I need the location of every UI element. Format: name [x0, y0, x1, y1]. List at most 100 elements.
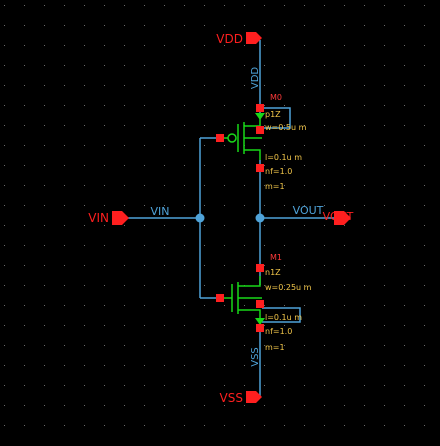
grid-dot: [164, 345, 165, 346]
grid-dot: [104, 365, 105, 366]
grid-dot: [84, 345, 85, 346]
grid-dot: [104, 45, 105, 46]
schematic-canvas[interactable]: VDD VSS VIN VOUT VDD VSS VIN VOUT M0 p1Z…: [0, 0, 440, 441]
grid-dot: [284, 205, 285, 206]
grid-dot: [164, 385, 165, 386]
grid-dot: [204, 65, 205, 66]
pmos-source-terminal[interactable]: [256, 104, 264, 112]
vin-pin[interactable]: [112, 211, 129, 225]
grid-dot: [364, 265, 365, 266]
grid-dot: [24, 5, 25, 6]
vout-pin-label: VOUT: [323, 210, 354, 223]
grid-dot: [344, 405, 345, 406]
grid-dot: [24, 165, 25, 166]
grid-dot: [204, 145, 205, 146]
grid-dot: [204, 245, 205, 246]
grid-dot: [164, 245, 165, 246]
pmos-gate-terminal[interactable]: [216, 134, 224, 142]
grid-dot: [344, 385, 345, 386]
pmos-drain-terminal[interactable]: [256, 164, 264, 172]
grid-dot: [184, 405, 185, 406]
grid-dot: [84, 285, 85, 286]
grid-dot: [364, 125, 365, 126]
grid-dot: [204, 85, 205, 86]
nmos-length: l=0.1u m: [265, 313, 302, 322]
nmos-nf: nf=1.0: [265, 327, 292, 336]
grid-dot: [104, 125, 105, 126]
grid-dot: [64, 85, 65, 86]
grid-dot: [364, 165, 365, 166]
grid-dot: [344, 85, 345, 86]
grid-dot: [424, 185, 425, 186]
grid-dot: [424, 385, 425, 386]
grid-dot: [324, 305, 325, 306]
grid-dot: [304, 225, 305, 226]
grid-dot: [364, 65, 365, 66]
grid-dot: [164, 365, 165, 366]
grid-dot: [64, 305, 65, 306]
grid-dot: [324, 125, 325, 126]
grid-dot: [24, 105, 25, 106]
grid-dot: [324, 65, 325, 66]
grid-dot: [384, 125, 385, 126]
grid-dot: [324, 105, 325, 106]
schematic-svg[interactable]: VDD VSS VIN VOUT VDD VSS VIN VOUT M0 p1Z…: [0, 0, 440, 441]
nmos-drain-terminal[interactable]: [256, 264, 264, 272]
nmos-source-terminal[interactable]: [256, 324, 264, 332]
grid-dot: [204, 205, 205, 206]
grid-dot: [244, 25, 245, 26]
grid-dot: [164, 65, 165, 66]
grid-dot: [104, 425, 105, 426]
grid-dot: [144, 305, 145, 306]
grid-dot: [384, 285, 385, 286]
grid-dot: [364, 5, 365, 6]
grid-dot: [364, 205, 365, 206]
grid-dot: [184, 25, 185, 26]
grid-dot: [144, 145, 145, 146]
junction-vin[interactable]: [195, 213, 205, 223]
grid-dot: [224, 385, 225, 386]
grid-dot: [384, 45, 385, 46]
grid-dot: [404, 5, 405, 6]
grid-dot: [204, 225, 205, 226]
grid-dot: [184, 65, 185, 66]
grid-dot: [404, 385, 405, 386]
grid-dot: [104, 305, 105, 306]
grid-dot: [24, 245, 25, 246]
nmos-gate-terminal[interactable]: [216, 294, 224, 302]
grid-dot: [104, 165, 105, 166]
nmos-properties[interactable]: M1 n1Z w=0.25u m l=0.1u m nf=1.0 m=1: [265, 253, 312, 352]
grid-dot: [384, 145, 385, 146]
grid-dot: [84, 305, 85, 306]
grid-dot: [284, 245, 285, 246]
pmos-device[interactable]: [224, 113, 265, 160]
grid-dot: [284, 65, 285, 66]
wires[interactable]: [122, 40, 335, 398]
grid-dot: [344, 425, 345, 426]
grid-dot: [404, 325, 405, 326]
grid-dot: [104, 85, 105, 86]
nmos-body-terminal[interactable]: [256, 300, 264, 308]
grid-dot: [124, 265, 125, 266]
junction-vout[interactable]: [255, 213, 265, 223]
pmos-body-terminal[interactable]: [256, 126, 264, 134]
grid-dot: [224, 125, 225, 126]
grid-dot: [244, 425, 245, 426]
grid-dot: [284, 425, 285, 426]
grid-dot: [224, 345, 225, 346]
grid-dot: [84, 425, 85, 426]
grid-dot: [104, 245, 105, 246]
grid-dot: [244, 225, 245, 226]
grid-dot: [164, 185, 165, 186]
grid-dot: [364, 145, 365, 146]
grid-dot: [224, 85, 225, 86]
grid-dot: [124, 365, 125, 366]
grid-dot: [424, 425, 425, 426]
grid-dot: [104, 385, 105, 386]
grid-dot: [124, 405, 125, 406]
grid-dot: [264, 65, 265, 66]
grid-dot: [264, 105, 265, 106]
grid-dot: [424, 45, 425, 46]
grid-dot: [384, 385, 385, 386]
grid-dot: [124, 65, 125, 66]
